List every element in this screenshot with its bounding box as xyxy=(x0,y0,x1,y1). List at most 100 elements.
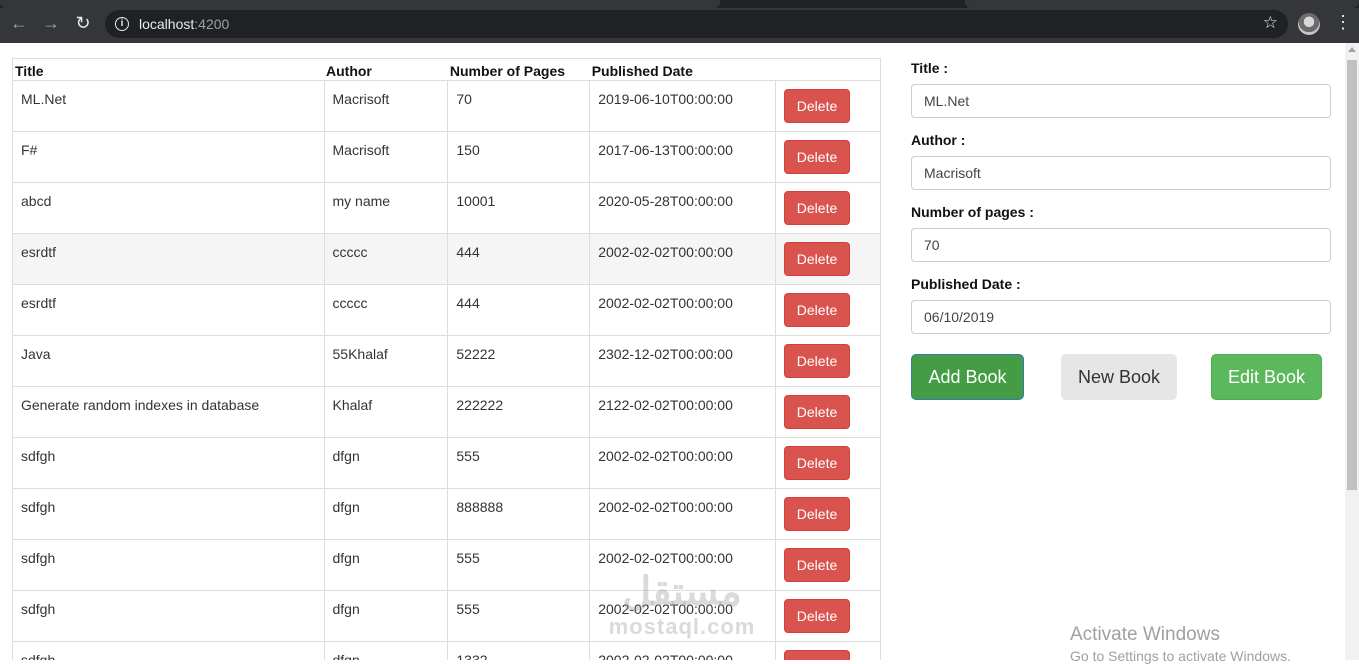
delete-button[interactable]: Delete xyxy=(784,140,851,174)
date-field-group: Published Date : 06/10/2019 xyxy=(911,276,1331,334)
cell-title: sdfgh xyxy=(12,437,325,489)
table-row[interactable]: esrdtf ccccc 444 2002-02-02T00:00:00 Delete xyxy=(12,284,881,336)
cell-pages: 888888 xyxy=(447,488,591,540)
cell-date: 2002-02-02T00:00:00 xyxy=(589,488,777,540)
page-scrollbar[interactable] xyxy=(1345,43,1359,660)
cell-action: Delete xyxy=(775,590,881,642)
table-row[interactable]: abcd my name 10001 2020-05-28T00:00:00 Delet… xyxy=(12,182,881,234)
cell-date: 2302-12-02T00:00:00 xyxy=(589,335,777,387)
delete-button[interactable]: Delete xyxy=(784,344,851,378)
cell-title: Java xyxy=(12,335,325,387)
info-icon[interactable]: i xyxy=(115,17,129,31)
profile-avatar[interactable] xyxy=(1298,13,1320,35)
reload-icon[interactable]: ↻ xyxy=(71,11,95,35)
delete-button[interactable]: Delete xyxy=(784,395,851,429)
inactive-tab-edge[interactable] xyxy=(965,0,1359,8)
add-book-button[interactable]: Add Book xyxy=(911,354,1024,400)
cell-author: dfgn xyxy=(323,641,449,660)
kebab-menu-icon[interactable]: ⋮ xyxy=(1334,12,1352,32)
cell-pages: 52222 xyxy=(447,335,591,387)
scrollbar-thumb[interactable] xyxy=(1347,60,1357,490)
cell-date: 2122-02-02T00:00:00 xyxy=(589,386,777,438)
browser-toolbar: ← → ↻ i localhost:4200 ☆ ⋮ xyxy=(0,0,1359,43)
header-author: Author xyxy=(324,58,448,81)
delete-button[interactable]: Delete xyxy=(784,242,851,276)
new-book-button[interactable]: New Book xyxy=(1061,354,1177,400)
cell-pages: 1332 xyxy=(447,641,591,660)
cell-author: Macrisoft xyxy=(323,131,449,183)
delete-button[interactable]: Delete xyxy=(784,599,851,633)
cell-action: Delete xyxy=(775,437,881,489)
date-input[interactable]: 06/10/2019 xyxy=(911,300,1331,334)
cell-pages: 444 xyxy=(447,284,591,336)
cell-author: dfgn xyxy=(323,437,449,489)
cell-title: F# xyxy=(12,131,325,183)
delete-button[interactable]: Delete xyxy=(784,446,851,480)
delete-button[interactable]: Delete xyxy=(784,650,851,660)
table-row[interactable]: ML.Net Macrisoft 70 2019-06-10T00:00:00 Dele… xyxy=(12,80,881,132)
cell-pages: 555 xyxy=(447,539,591,591)
cell-pages: 222222 xyxy=(447,386,591,438)
cell-date: 2002-02-02T00:00:00 xyxy=(589,284,777,336)
delete-button[interactable]: Delete xyxy=(784,293,851,327)
cell-author: Macrisoft xyxy=(323,80,449,132)
table-row[interactable]: Generate random indexes in database Khala… xyxy=(12,386,881,438)
watermark-logo: مستقل xyxy=(622,570,742,614)
cell-pages: 10001 xyxy=(447,182,591,234)
back-icon[interactable]: ← xyxy=(7,11,31,35)
cell-action: Delete xyxy=(775,284,881,336)
edit-book-button[interactable]: Edit Book xyxy=(1211,354,1322,400)
cell-pages: 444 xyxy=(447,233,591,285)
cell-date: 2002-02-02T00:00:00 xyxy=(589,641,777,660)
header-action xyxy=(775,58,881,81)
title-label: Title : xyxy=(911,60,949,76)
cell-author: Khalaf xyxy=(323,386,449,438)
pages-input[interactable]: 70 xyxy=(911,228,1331,262)
title-input[interactable]: ML.Net xyxy=(911,84,1331,118)
cell-action: Delete xyxy=(775,182,881,234)
cell-author: ccccc xyxy=(323,233,449,285)
delete-button[interactable]: Delete xyxy=(784,548,851,582)
url-port: :4200 xyxy=(194,16,230,32)
author-label: Author : xyxy=(911,132,966,148)
date-label: Published Date : xyxy=(911,276,1021,292)
cell-title: sdfgh xyxy=(12,590,325,642)
table-header-row: Title Author Number of Pages Published D… xyxy=(12,58,881,81)
cell-action: Delete xyxy=(775,80,881,132)
cell-title: sdfgh xyxy=(12,641,325,660)
bookmark-star-icon[interactable]: ☆ xyxy=(1263,13,1278,33)
address-bar[interactable]: i localhost:4200 ☆ xyxy=(105,10,1288,38)
cell-title: abcd xyxy=(12,182,325,234)
book-form: Title : ML.Net Author : Macrisoft Number… xyxy=(911,60,1331,348)
author-field-group: Author : Macrisoft xyxy=(911,132,1331,190)
cell-title: ML.Net xyxy=(12,80,325,132)
delete-button[interactable]: Delete xyxy=(784,497,851,531)
cell-action: Delete xyxy=(775,335,881,387)
pages-label: Number of pages : xyxy=(911,204,1034,220)
cell-pages: 555 xyxy=(447,590,591,642)
activate-windows-subtitle: Go to Settings to activate Windows. xyxy=(1070,648,1291,664)
header-title: Title xyxy=(12,58,324,81)
delete-button[interactable]: Delete xyxy=(784,191,851,225)
table-row[interactable]: F# Macrisoft 150 2017-06-13T00:00:00 Delete xyxy=(12,131,881,183)
scroll-up-icon[interactable] xyxy=(1348,47,1356,52)
cell-action: Delete xyxy=(775,233,881,285)
table-row[interactable]: esrdtf ccccc 444 2002-02-02T00:00:00 Delete xyxy=(12,233,881,285)
cell-date: 2019-06-10T00:00:00 xyxy=(589,80,777,132)
cell-title: sdfgh xyxy=(12,539,325,591)
table-row[interactable]: sdfgh dfgn 888888 2002-02-02T00:00:00 Delete xyxy=(12,488,881,540)
cell-author: ccccc xyxy=(323,284,449,336)
table-row[interactable]: sdfgh dfgn 555 2002-02-02T00:00:00 Delete xyxy=(12,437,881,489)
cell-author: dfgn xyxy=(323,539,449,591)
cell-action: Delete xyxy=(775,641,881,660)
delete-button[interactable]: Delete xyxy=(784,89,851,123)
table-row[interactable]: Java 55Khalaf 52222 2302-12-02T00:00:00 Dele… xyxy=(12,335,881,387)
title-field-group: Title : ML.Net xyxy=(911,60,1331,118)
cell-pages: 70 xyxy=(447,80,591,132)
url-text[interactable]: localhost:4200 xyxy=(139,16,229,32)
author-input[interactable]: Macrisoft xyxy=(911,156,1331,190)
active-tab-edge[interactable] xyxy=(0,0,720,8)
table-row[interactable]: sdfghdfgn13322002-02-02T00:00:00 Delete xyxy=(12,641,881,660)
cell-date: 2017-06-13T00:00:00 xyxy=(589,131,777,183)
forward-icon[interactable]: → xyxy=(39,11,63,35)
